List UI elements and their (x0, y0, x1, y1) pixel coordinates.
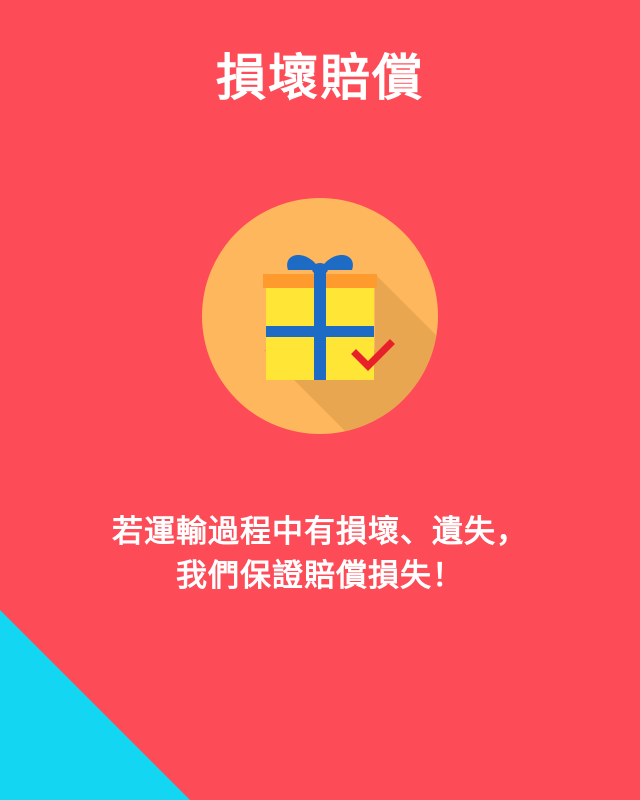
message-line-2: 我們保證賠償損失！ (176, 558, 464, 594)
guarantee-message: 若運輸過程中有損壞、遺失， 我們保證賠償損失！ (0, 510, 640, 598)
gift-box-icon (202, 198, 438, 434)
corner-accent-triangle (0, 610, 190, 800)
page-title: 損壞賠償 (216, 49, 424, 107)
message-line-1: 若運輸過程中有損壞、遺失， (112, 514, 528, 550)
